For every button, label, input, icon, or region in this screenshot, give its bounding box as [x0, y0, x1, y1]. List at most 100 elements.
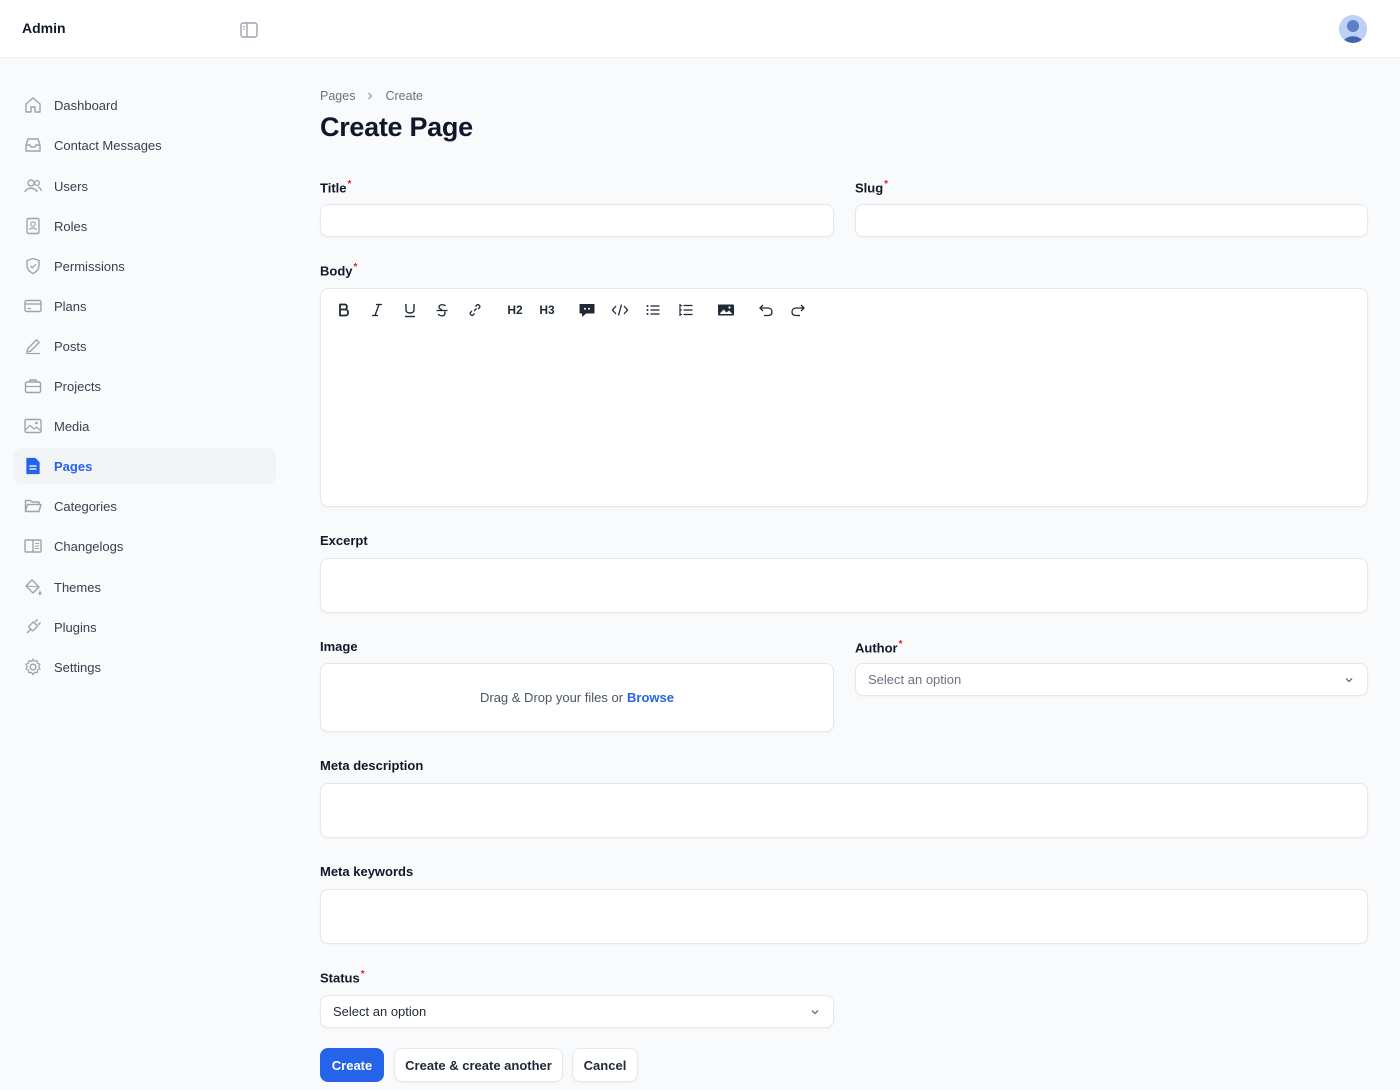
plug-icon [26, 619, 41, 634]
underline-button[interactable] [398, 296, 422, 324]
shield-check-icon [26, 257, 40, 275]
author-select-placeholder: Select an option [868, 672, 962, 687]
meta-description-textarea[interactable] [320, 783, 1368, 838]
sidebar-item-permissions[interactable]: Permissions [14, 248, 276, 284]
quote-bubble-icon [579, 304, 595, 317]
body-label: Body* [320, 262, 357, 278]
book-open-icon [24, 539, 42, 553]
sidebar-item-dashboard[interactable]: Dashboard [14, 87, 276, 123]
sidebar-item-settings[interactable]: Settings [14, 649, 276, 685]
users-icon [24, 179, 42, 193]
chevron-down-icon [811, 1009, 819, 1014]
meta-description-label: Meta description [320, 758, 424, 773]
status-label-text: Status [320, 970, 360, 986]
sidebar-toggle-button[interactable] [238, 20, 260, 40]
sidebar-item-label: Dashboard [54, 97, 118, 113]
dropzone-text: Drag & Drop your files or [479, 690, 624, 705]
sidebar-item-label: Roles [54, 218, 88, 234]
sidebar-item-label: Posts [54, 338, 87, 354]
sidebar-item-projects[interactable]: Projects [14, 368, 276, 404]
credit-card-icon [24, 299, 42, 313]
sidebar-item-label: Changelogs [54, 538, 124, 554]
status-label: Status* [320, 969, 365, 985]
sidebar-item-label: Plugins [54, 619, 97, 635]
sidebar-item-changelogs[interactable]: Changelogs [14, 528, 276, 564]
slug-label-text: Slug [855, 180, 884, 196]
required-marker: * [353, 262, 358, 273]
heading-2-button[interactable]: H2 [503, 296, 527, 324]
sidebar-item-label: Categories [54, 498, 117, 514]
sidebar-item-label: Permissions [54, 258, 125, 274]
bullet-list-button[interactable] [641, 296, 665, 324]
avatar-icon [1339, 15, 1367, 43]
sidebar-item-posts[interactable]: Posts [14, 328, 276, 364]
cancel-button[interactable]: Cancel [572, 1048, 638, 1082]
required-marker: * [898, 639, 903, 650]
home-icon [25, 97, 41, 113]
blockquote-button[interactable] [575, 296, 599, 324]
user-badge-icon [26, 217, 40, 235]
chevron-down-icon [1345, 677, 1353, 682]
ordered-list-icon [679, 304, 693, 316]
sidebar-item-label: Themes [54, 579, 101, 595]
italic-icon [372, 303, 382, 317]
gear-icon [25, 658, 41, 676]
status-select[interactable]: Select an option [320, 995, 834, 1028]
meta-keywords-textarea[interactable] [320, 889, 1368, 944]
sidebar-item-label: Users [54, 178, 88, 194]
sidebar-item-themes[interactable]: Themes [14, 569, 276, 605]
create-and-create-another-button[interactable]: Create & create another [394, 1048, 563, 1082]
required-marker: * [360, 969, 365, 980]
undo-button[interactable] [754, 296, 778, 324]
author-select[interactable]: Select an option [855, 663, 1368, 696]
inbox-icon [25, 138, 41, 152]
body-editor-content[interactable] [333, 339, 1355, 496]
strikethrough-button[interactable] [430, 296, 454, 324]
excerpt-label: Excerpt [320, 533, 368, 548]
underline-icon [405, 304, 415, 318]
redo-button[interactable] [786, 296, 810, 324]
code-icon [611, 304, 629, 316]
sidebar-item-label: Media [54, 418, 90, 434]
sidebar-item-media[interactable]: Media [14, 408, 276, 444]
image-icon [718, 304, 734, 316]
image-dropzone[interactable]: Drag & Drop your files or Browse [320, 663, 834, 732]
link-button[interactable] [463, 296, 487, 324]
sidebar-item-users[interactable]: Users [14, 168, 276, 204]
sidebar: Dashboard Contact Messages Users Roles P… [0, 58, 292, 1090]
italic-button[interactable] [365, 296, 389, 324]
photo-icon [24, 418, 42, 434]
slug-input[interactable] [855, 204, 1368, 237]
breadcrumb-current: Create [385, 89, 423, 103]
sidebar-item-pages[interactable]: Pages [14, 448, 276, 484]
paint-bucket-icon [25, 579, 42, 595]
document-icon [26, 457, 40, 475]
insert-image-button[interactable] [714, 296, 738, 324]
chevron-right-icon [368, 92, 373, 100]
browse-link[interactable]: Browse [627, 690, 674, 705]
folder-open-icon [24, 499, 42, 513]
bold-button[interactable] [332, 296, 356, 324]
title-input[interactable] [320, 204, 834, 237]
sidebar-item-roles[interactable]: Roles [14, 208, 276, 244]
code-block-button[interactable] [608, 296, 632, 324]
bullet-list-icon [646, 305, 660, 315]
user-avatar[interactable] [1339, 15, 1367, 43]
sidebar-item-plans[interactable]: Plans [14, 288, 276, 324]
ordered-list-button[interactable] [674, 296, 698, 324]
excerpt-textarea[interactable] [320, 558, 1368, 613]
create-button[interactable]: Create [320, 1048, 384, 1082]
title-label: Title* [320, 179, 351, 195]
meta-keywords-label: Meta keywords [320, 864, 414, 879]
body-label-text: Body [320, 263, 353, 279]
link-icon [469, 304, 481, 316]
sidebar-panel-icon [240, 22, 258, 38]
title-label-text: Title [320, 180, 347, 196]
sidebar-item-contact-messages[interactable]: Contact Messages [14, 127, 276, 163]
breadcrumb-pages-link[interactable]: Pages [320, 89, 355, 103]
heading-3-button[interactable]: H3 [535, 296, 559, 324]
image-label: Image [320, 639, 358, 654]
sidebar-item-categories[interactable]: Categories [14, 488, 276, 524]
undo-icon [759, 304, 773, 317]
sidebar-item-plugins[interactable]: Plugins [14, 609, 276, 645]
